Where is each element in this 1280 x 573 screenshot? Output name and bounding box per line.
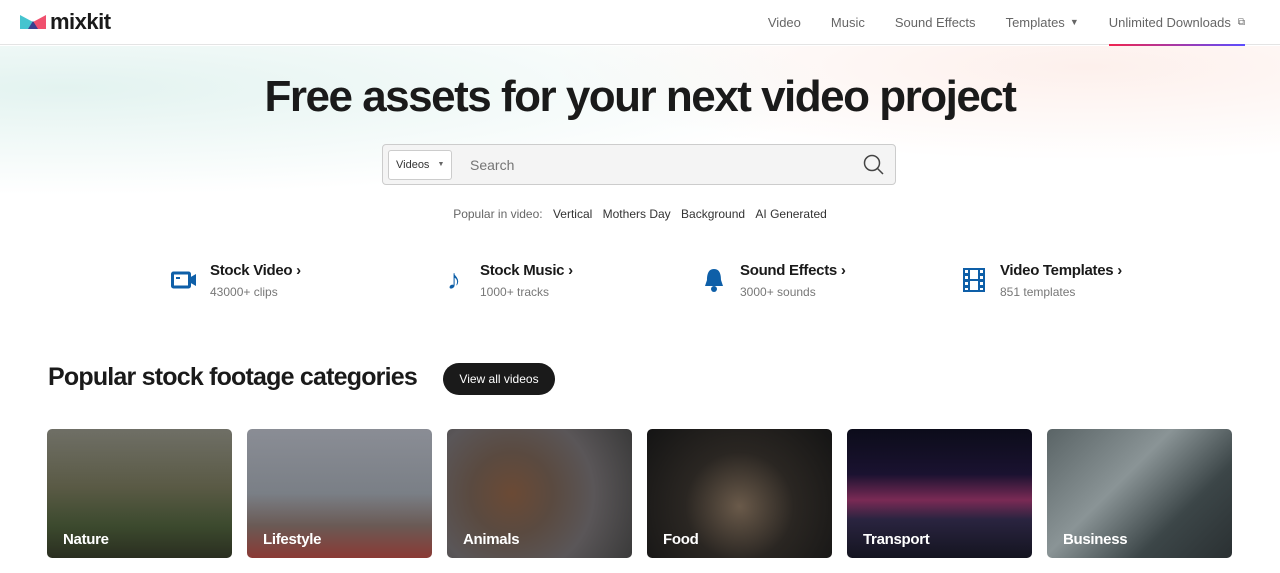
nav-video[interactable]: Video <box>753 0 816 45</box>
popular-tag[interactable]: Background <box>681 207 745 221</box>
category-cards: Nature Lifestyle Animals Food Transport … <box>47 429 1232 558</box>
category-card-lifestyle[interactable]: Lifestyle <box>247 429 432 558</box>
chevron-right-icon: › <box>1117 262 1122 279</box>
hero-title: Free assets for your next video project <box>264 72 1017 121</box>
feature-sound-effects[interactable]: Sound Effects › 3000+ sounds <box>700 262 846 299</box>
music-note-icon: ♪ <box>447 264 461 295</box>
category-card-animals[interactable]: Animals <box>447 429 632 558</box>
chevron-right-icon: › <box>840 262 846 279</box>
search-icon[interactable] <box>863 154 885 176</box>
film-icon <box>960 262 988 298</box>
nav-sound-effects[interactable]: Sound Effects <box>880 0 991 45</box>
feature-stock-music[interactable]: ♪ Stock Music › 1000+ tracks <box>440 262 573 299</box>
chevron-right-icon: › <box>568 262 573 279</box>
search-bar: Videos ▼ <box>382 144 896 185</box>
nav-music[interactable]: Music <box>816 0 880 45</box>
feature-stock-video[interactable]: Stock Video › 43000+ clips <box>170 262 301 299</box>
popular-tag[interactable]: Mothers Day <box>603 207 671 221</box>
mixkit-logo-icon <box>20 15 46 29</box>
category-card-transport[interactable]: Transport <box>847 429 1032 558</box>
category-card-food[interactable]: Food <box>647 429 832 558</box>
logo[interactable]: mixkit <box>20 9 111 35</box>
chevron-right-icon: › <box>296 262 301 279</box>
caret-down-icon: ▼ <box>1069 17 1079 27</box>
categories-title: Popular stock footage categories <box>48 363 418 391</box>
category-card-business[interactable]: Business <box>1047 429 1232 558</box>
video-camera-icon <box>170 262 198 298</box>
popular-searches: Popular in video: Vertical Mothers Day B… <box>453 207 827 221</box>
main-nav: Video Music Sound Effects Templates ▼ Unl… <box>753 0 1260 46</box>
category-card-nature[interactable]: Nature <box>47 429 232 558</box>
bell-icon <box>700 262 728 298</box>
search-type-select[interactable]: Videos ▼ <box>388 149 452 180</box>
popular-tag[interactable]: AI Generated <box>755 207 826 221</box>
header: mixkit Video Music Sound Effects Templat… <box>0 0 1280 46</box>
external-link-icon: ⧉ <box>1237 16 1245 28</box>
search-input[interactable] <box>470 156 863 173</box>
popular-tag[interactable]: Vertical <box>553 207 592 221</box>
caret-down-icon: ▼ <box>437 161 445 168</box>
view-all-videos-button[interactable]: View all videos <box>443 363 555 395</box>
nav-unlimited-downloads[interactable]: Unlimited Downloads ⧉ <box>1094 0 1260 46</box>
nav-templates[interactable]: Templates ▼ <box>991 0 1094 45</box>
feature-video-templates[interactable]: Video Templates › 851 templates <box>960 262 1122 299</box>
